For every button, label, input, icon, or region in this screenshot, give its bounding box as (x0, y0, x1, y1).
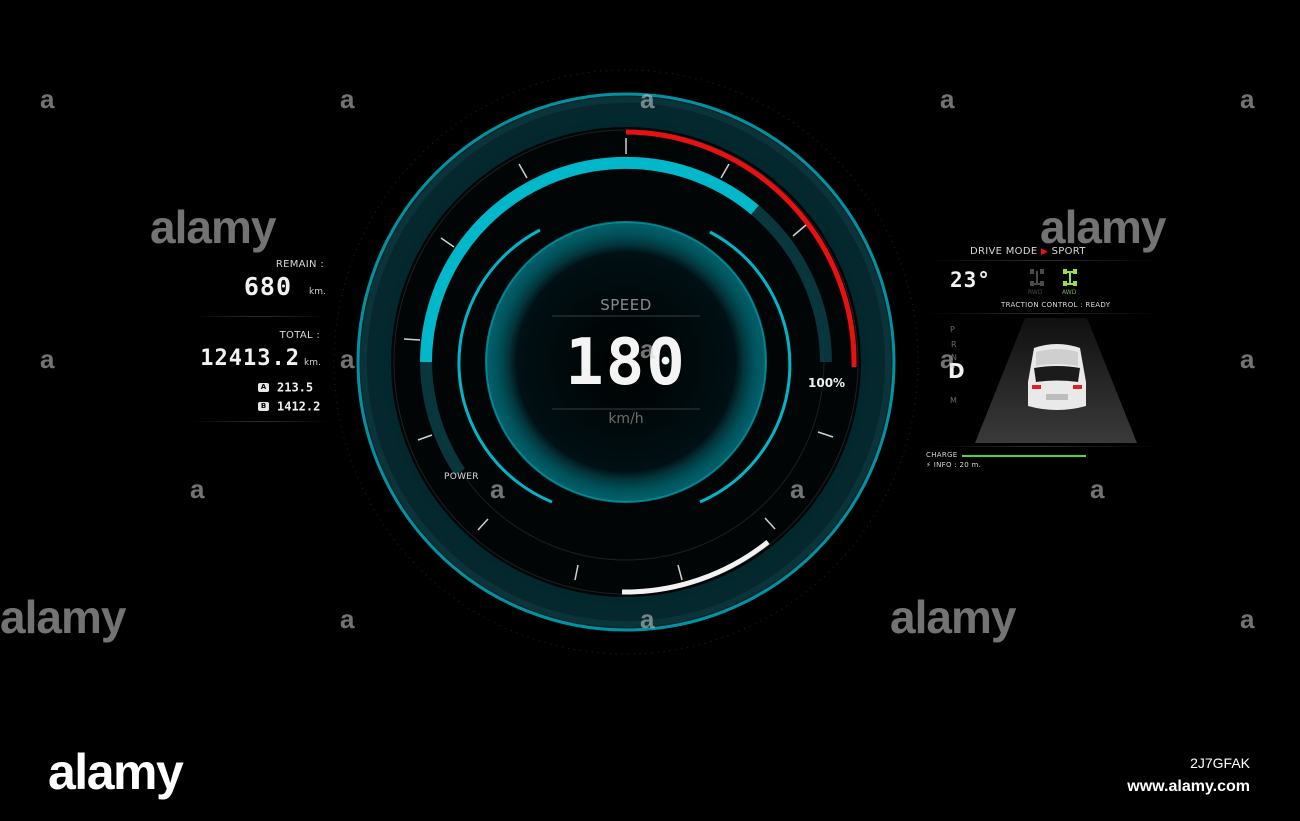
watermark-a: a (640, 334, 655, 364)
traction-control: TRACTION CONTROL : READY (1001, 301, 1111, 309)
gear-p: P (950, 325, 955, 334)
watermark-a: a (940, 84, 955, 114)
watermark-a: a (1240, 344, 1255, 374)
watermark-logo: alamy (1040, 201, 1166, 253)
alamy-url: www.alamy.com (1127, 778, 1250, 795)
info-text: INFO : 20 m. (933, 461, 982, 469)
watermark-logo: alamy (0, 591, 126, 643)
watermark-a: a (340, 604, 355, 634)
charge-bar (962, 455, 1086, 457)
gear-m: M (950, 396, 957, 405)
watermark-a: a (1090, 474, 1105, 504)
speed-unit: km/h (608, 411, 644, 427)
trip-a-badge: A (258, 383, 269, 392)
drive-mode-label: DRIVE MODE (970, 246, 1038, 257)
trip-a: A 213.5 (258, 377, 313, 396)
lightning-icon: ⚡ (926, 461, 932, 469)
alamy-logo: alamy (48, 744, 184, 800)
rwd-icon (1030, 269, 1044, 286)
watermark-a: a (40, 84, 55, 114)
trip-a-value: 213.5 (277, 380, 314, 395)
charge-bar-fill (962, 455, 1086, 457)
watermark-logo: alamy (150, 201, 276, 253)
total-label: TOTAL : (279, 330, 320, 341)
watermark-a: a (340, 84, 355, 114)
watermark-logo: alamy (890, 591, 1016, 643)
rwd-label: RWD (1028, 289, 1043, 296)
temperature: 23° (950, 268, 991, 292)
speed-label: SPEED (600, 296, 652, 314)
trip-b-value: 1412.2 (277, 399, 321, 414)
charge-label: CHARGE (926, 451, 958, 459)
speed-value: 180 (565, 326, 687, 400)
watermark-a: a (40, 344, 55, 374)
total-unit: km. (304, 358, 321, 368)
watermark-a: a (340, 344, 355, 374)
watermark-a: a (190, 474, 205, 504)
total-value: 12413.2 (200, 346, 300, 371)
watermark-a: a (790, 474, 805, 504)
charge-info: ⚡ INFO : 20 m. (926, 461, 981, 469)
trip-b: B 1412.2 (258, 396, 320, 415)
awd-label: AWD (1062, 289, 1077, 296)
watermark-a: a (1240, 604, 1255, 634)
awd-icon (1063, 269, 1077, 286)
watermark-a: a (640, 604, 655, 634)
watermark-a: a (940, 344, 955, 374)
watermark-a: a (1240, 84, 1255, 114)
remain-unit: km. (309, 287, 326, 297)
watermark-a: a (640, 84, 655, 114)
watermark-a: a (490, 474, 505, 504)
remain-label: REMAIN : (275, 259, 324, 270)
car-icon (1028, 344, 1086, 410)
power-label: POWER (444, 472, 479, 482)
power-percent: 100% (808, 376, 846, 390)
remain-value: 680 (243, 272, 292, 301)
trip-b-badge: B (258, 402, 269, 411)
image-id: 2J7GFAK (1190, 755, 1250, 771)
